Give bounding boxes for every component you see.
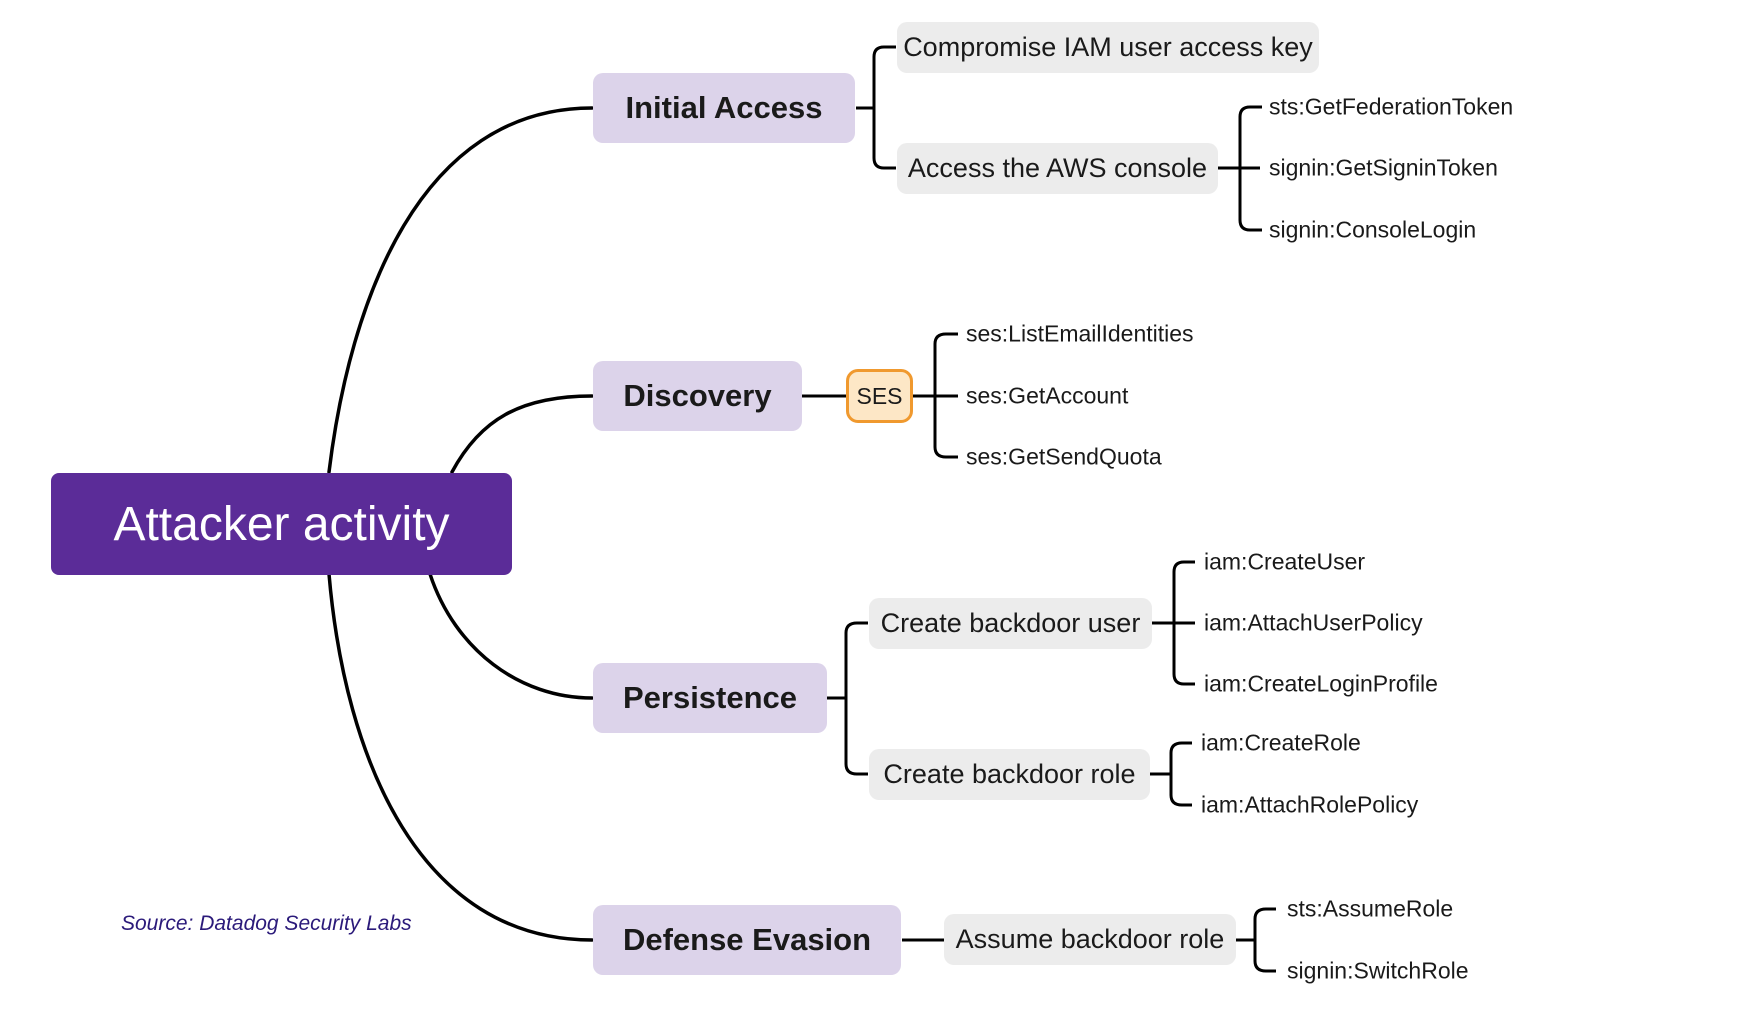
connector-root-defense-evasion bbox=[327, 572, 594, 942]
bracket-backdoor-user bbox=[1152, 560, 1195, 686]
action-item: iam:CreateUser bbox=[1204, 548, 1366, 575]
technique-assume-role[interactable]: Assume backdoor role bbox=[944, 914, 1236, 965]
service-ses[interactable]: SES bbox=[846, 369, 913, 423]
technique-aws-console[interactable]: Access the AWS console bbox=[897, 143, 1218, 194]
technique-backdoor-role[interactable]: Create backdoor role bbox=[869, 749, 1150, 800]
connector-root-persistence bbox=[428, 572, 594, 700]
root-node[interactable]: Attacker activity bbox=[51, 473, 512, 575]
action-item: iam:AttachRolePolicy bbox=[1201, 791, 1419, 818]
connector-root-discovery bbox=[450, 394, 594, 474]
tactic-defense-evasion[interactable]: Defense Evasion bbox=[593, 905, 901, 975]
action-item: iam:CreateLoginProfile bbox=[1204, 670, 1438, 697]
action-item: sts:AssumeRole bbox=[1287, 895, 1454, 922]
bracket-aws-console bbox=[1218, 105, 1262, 232]
action-item: iam:AttachUserPolicy bbox=[1204, 609, 1423, 636]
action-item: signin:GetSigninToken bbox=[1269, 154, 1498, 181]
bracket-assume-role bbox=[1236, 907, 1276, 973]
action-item: sts:GetFederationToken bbox=[1269, 93, 1514, 120]
mind-map: Attacker activity Initial Access Discove… bbox=[0, 0, 1750, 1016]
source-caption: Source: Datadog Security Labs bbox=[121, 912, 412, 935]
connector-root-initial-access bbox=[327, 106, 594, 474]
technique-backdoor-user[interactable]: Create backdoor user bbox=[869, 598, 1152, 649]
tactic-discovery[interactable]: Discovery bbox=[593, 361, 802, 431]
action-item: ses:GetSendQuota bbox=[966, 443, 1162, 470]
action-item: iam:CreateRole bbox=[1201, 729, 1361, 756]
bracket-initial-access bbox=[856, 45, 896, 170]
tactic-persistence[interactable]: Persistence bbox=[593, 663, 827, 733]
action-item: ses:ListEmailIdentities bbox=[966, 320, 1194, 347]
tactic-initial-access[interactable]: Initial Access bbox=[593, 73, 855, 143]
action-item: signin:SwitchRole bbox=[1287, 957, 1469, 984]
bracket-ses bbox=[912, 332, 958, 459]
action-item: signin:ConsoleLogin bbox=[1269, 216, 1477, 243]
bracket-backdoor-role bbox=[1150, 741, 1192, 807]
action-item: ses:GetAccount bbox=[966, 382, 1129, 409]
bracket-persistence bbox=[827, 621, 868, 776]
technique-compromise-key[interactable]: Compromise IAM user access key bbox=[897, 22, 1319, 73]
